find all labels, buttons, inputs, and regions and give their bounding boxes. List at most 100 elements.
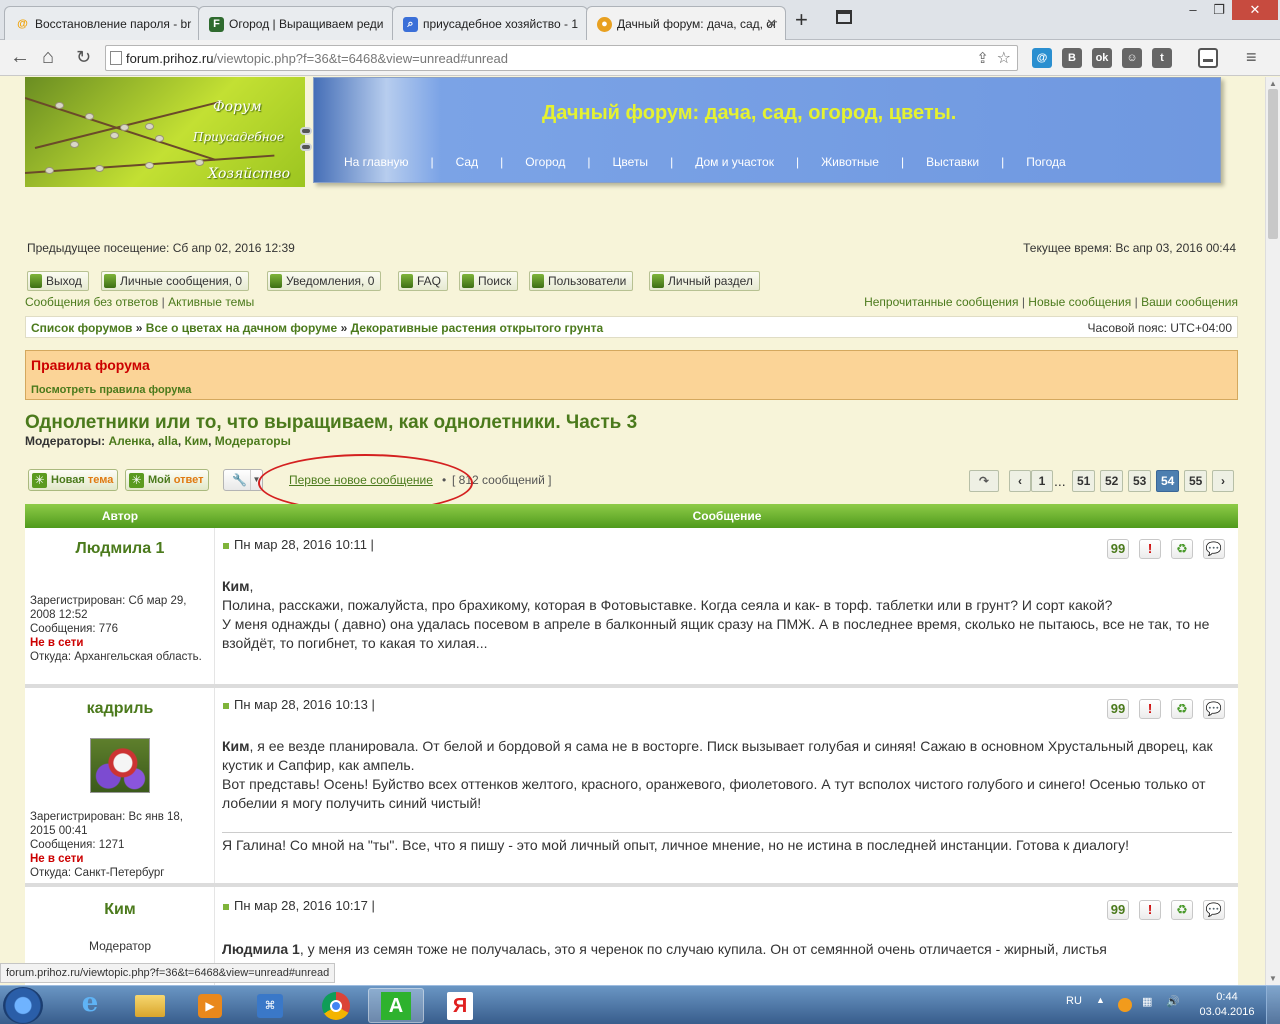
prev-page-button[interactable]: ‹ — [1009, 470, 1031, 492]
smile-ext-icon[interactable]: ☺ — [1122, 48, 1142, 68]
twitter-ext-icon[interactable]: t — [1152, 48, 1172, 68]
maximize-button[interactable]: ❐ — [1206, 0, 1232, 20]
nav-garden[interactable]: Сад — [456, 155, 478, 169]
report-button[interactable]: ! — [1139, 900, 1161, 920]
recycle-icon[interactable]: ♻ — [1171, 900, 1193, 920]
moderators: Модераторы: Аленка, alla, Ким, Модератор… — [25, 434, 291, 448]
nav-flowers[interactable]: Цветы — [613, 155, 649, 169]
nav-exhibitions[interactable]: Выставки — [926, 155, 979, 169]
tab-password-recovery[interactable]: @ Восстановление пароля - br — [4, 6, 200, 40]
topic-tools-button[interactable]: 🔧 ▼ — [223, 469, 263, 491]
page-55[interactable]: 55 — [1184, 470, 1208, 492]
tab-search[interactable]: ⌕ приусадебное хозяйство - 1 — [392, 6, 588, 40]
nav-house[interactable]: Дом и участок — [695, 155, 774, 169]
reload-icon[interactable]: ↻ — [76, 46, 91, 68]
close-window-button[interactable]: ✕ — [1232, 0, 1278, 20]
speech-bubble-icon[interactable]: 💬 — [1203, 539, 1225, 559]
bookmark-star-icon[interactable]: ☆ — [997, 48, 1011, 68]
logout-button[interactable]: Выход — [27, 271, 89, 291]
crumb-decorative-plants[interactable]: Декоративные растения открытого грунта — [351, 321, 604, 335]
vk-ext-icon[interactable]: B — [1062, 48, 1082, 68]
speech-bubble-icon[interactable]: 💬 — [1203, 699, 1225, 719]
moderator-link[interactable]: Аленка — [108, 434, 151, 448]
network-icon[interactable]: ⌘ — [242, 988, 298, 1023]
tab-ogorod[interactable]: F Огород | Выращиваем реди — [198, 6, 394, 40]
back-arrow-icon[interactable]: ← — [10, 46, 30, 68]
volume-icon[interactable]: 🔊 — [1166, 995, 1180, 1008]
quote-button[interactable]: 99 — [1107, 699, 1129, 719]
tray-expand-icon[interactable]: ▲ — [1096, 995, 1105, 1005]
post-author[interactable]: Ким — [25, 901, 215, 919]
explorer-icon[interactable] — [122, 988, 178, 1023]
unanswered-link[interactable]: Сообщения без ответов — [25, 295, 158, 309]
quote-button[interactable]: 99 — [1107, 539, 1129, 559]
notifications-button[interactable]: Уведомления, 0 — [267, 271, 382, 291]
your-posts-link[interactable]: Ваши сообщения — [1141, 295, 1238, 309]
chrome-icon[interactable] — [308, 988, 364, 1023]
page-1[interactable]: 1 — [1031, 470, 1053, 492]
close-tab-icon[interactable]: ✕ — [766, 16, 777, 32]
clock-date: 03.04.2016 — [1199, 1006, 1255, 1018]
nav-home[interactable]: На главную — [344, 155, 408, 169]
topic-title[interactable]: Однолетники или то, что выращиваем, как … — [25, 412, 637, 434]
feedback-icon[interactable]: ▬ — [1198, 48, 1218, 68]
scroll-up-icon[interactable]: ▲ — [1269, 79, 1277, 88]
new-topic-button[interactable]: ✳ Новая тема — [28, 469, 119, 491]
recycle-icon[interactable]: ♻ — [1171, 699, 1193, 719]
tab-list-icon[interactable] — [836, 10, 852, 24]
view-rules-link[interactable]: Посмотреть правила форума — [31, 384, 191, 396]
language-indicator[interactable]: RU — [1066, 995, 1082, 1007]
media-player-icon[interactable]: ▶ — [182, 988, 238, 1023]
unread-posts-link[interactable]: Непрочитанные сообщения — [864, 295, 1018, 309]
ok-ext-icon[interactable]: ok — [1092, 48, 1112, 68]
minimize-button[interactable]: – — [1180, 0, 1206, 20]
jump-to-page-icon[interactable]: ↷ — [969, 470, 999, 492]
nav-weather[interactable]: Погода — [1026, 155, 1066, 169]
tab-dacha-forum[interactable]: ● Дачный форум: дача, сад, ог ✕ — [586, 6, 786, 40]
show-desktop-button[interactable] — [1266, 986, 1280, 1024]
report-button[interactable]: ! — [1139, 539, 1161, 559]
tray-app-icon[interactable] — [1118, 998, 1132, 1012]
search-button[interactable]: Поиск — [459, 271, 519, 291]
yandex-icon[interactable]: Я — [432, 988, 488, 1023]
post-author[interactable]: Людмила 1 — [25, 540, 215, 558]
report-button[interactable]: ! — [1139, 699, 1161, 719]
vertical-scrollbar[interactable]: ▲ ▼ — [1265, 77, 1280, 985]
active-topics-link[interactable]: Активные темы — [168, 295, 254, 309]
speech-bubble-icon[interactable]: 💬 — [1203, 900, 1225, 920]
network-tray-icon[interactable]: ▦ — [1142, 995, 1152, 1008]
next-page-button[interactable]: › — [1212, 470, 1234, 492]
nav-animals[interactable]: Животные — [821, 155, 879, 169]
quote-button[interactable]: 99 — [1107, 900, 1129, 920]
faq-button[interactable]: FAQ — [398, 271, 449, 291]
crumb-forum-index[interactable]: Список форумов — [31, 321, 132, 335]
post-reply-button[interactable]: ✳ Мой ответ — [125, 469, 209, 491]
mail-ext-icon[interactable]: @ — [1032, 48, 1052, 68]
post-author[interactable]: кадриль — [25, 700, 215, 718]
moderator-link[interactable]: Ким — [185, 434, 209, 448]
green-a-icon[interactable]: A — [368, 988, 424, 1023]
share-icon[interactable]: ⇪ — [976, 49, 989, 67]
private-messages-button[interactable]: Личные сообщения, 0 — [101, 271, 250, 291]
page-51[interactable]: 51 — [1072, 470, 1096, 492]
scrollbar-thumb[interactable] — [1268, 89, 1278, 239]
user-cp-button[interactable]: Личный раздел — [649, 271, 760, 291]
members-button[interactable]: Пользователи — [529, 271, 634, 291]
address-bar[interactable]: forum.prihoz.ru/viewtopic.php?f=36&t=646… — [105, 45, 1018, 71]
recycle-icon[interactable]: ♻ — [1171, 539, 1193, 559]
crumb-flowers[interactable]: Все о цветах на дачном форуме — [146, 321, 337, 335]
home-icon[interactable]: ⌂ — [42, 46, 54, 68]
scroll-down-icon[interactable]: ▼ — [1269, 974, 1277, 983]
ie-icon[interactable]: e — [62, 988, 118, 1023]
system-clock[interactable]: 0:44 03.04.2016 — [1197, 990, 1257, 1020]
moderator-link[interactable]: Модераторы — [215, 434, 291, 448]
start-button[interactable] — [3, 987, 43, 1024]
site-logo[interactable]: Форум Приусадебное Хозяйство — [25, 77, 305, 187]
moderator-link[interactable]: alla — [158, 434, 178, 448]
new-posts-link[interactable]: Новые сообщения — [1028, 295, 1131, 309]
new-tab-button[interactable]: + — [795, 9, 808, 31]
page-53[interactable]: 53 — [1128, 470, 1152, 492]
menu-icon[interactable]: ≡ — [1246, 46, 1257, 68]
page-52[interactable]: 52 — [1100, 470, 1124, 492]
nav-vegetable[interactable]: Огород — [525, 155, 565, 169]
